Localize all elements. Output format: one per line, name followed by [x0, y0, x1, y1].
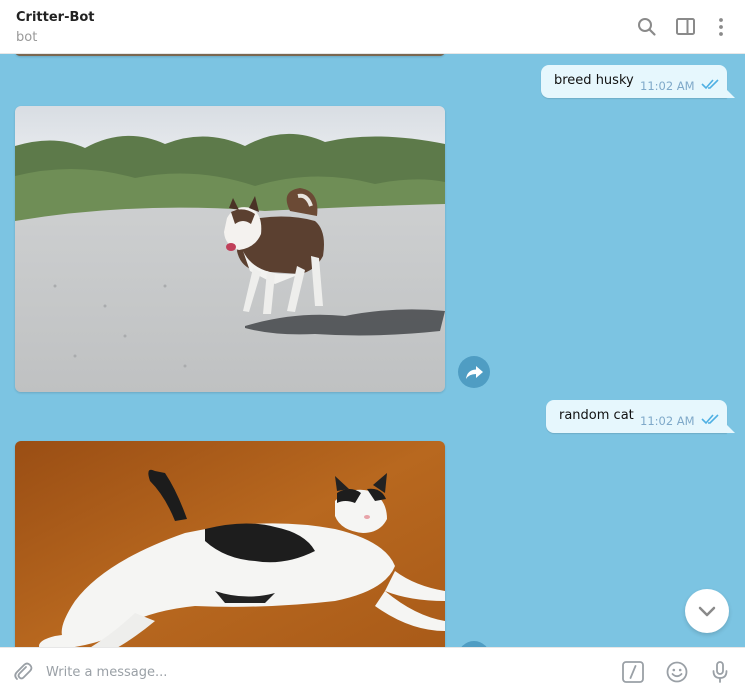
chat-title[interactable]: Critter-Bot: [16, 10, 95, 25]
message-time: 11:02 AM: [640, 79, 695, 93]
search-icon[interactable]: [636, 15, 658, 39]
husky-photo[interactable]: [15, 106, 445, 392]
forward-button[interactable]: [458, 356, 490, 388]
attach-icon[interactable]: [11, 660, 35, 684]
chat-status: bot: [16, 30, 38, 45]
chevron-down-icon: [698, 606, 716, 617]
cat-photo[interactable]: [15, 441, 445, 647]
previous-photo[interactable]: [15, 54, 445, 56]
outgoing-message[interactable]: breed husky 11:02 AM: [541, 65, 735, 98]
chat-header: Critter-Bot bot: [0, 0, 745, 54]
message-list[interactable]: breed husky 11:02 AM random cat 11:02 AM: [0, 54, 745, 647]
scroll-down-button[interactable]: [685, 589, 729, 633]
bot-commands-icon[interactable]: [621, 660, 645, 684]
message-time: 11:02 AM: [640, 414, 695, 428]
more-vertical-icon[interactable]: [710, 15, 732, 39]
message-text: breed husky: [554, 73, 634, 88]
message-input[interactable]: [44, 660, 608, 684]
message-composer: [0, 647, 745, 695]
sidebar-toggle-icon[interactable]: [675, 15, 697, 39]
read-receipt-icon: [701, 414, 719, 425]
forward-icon: [466, 366, 483, 379]
read-receipt-icon: [701, 79, 719, 90]
outgoing-message[interactable]: random cat 11:02 AM: [546, 400, 735, 433]
emoji-icon[interactable]: [665, 660, 689, 684]
microphone-icon[interactable]: [708, 660, 732, 684]
message-text: random cat: [559, 408, 634, 423]
